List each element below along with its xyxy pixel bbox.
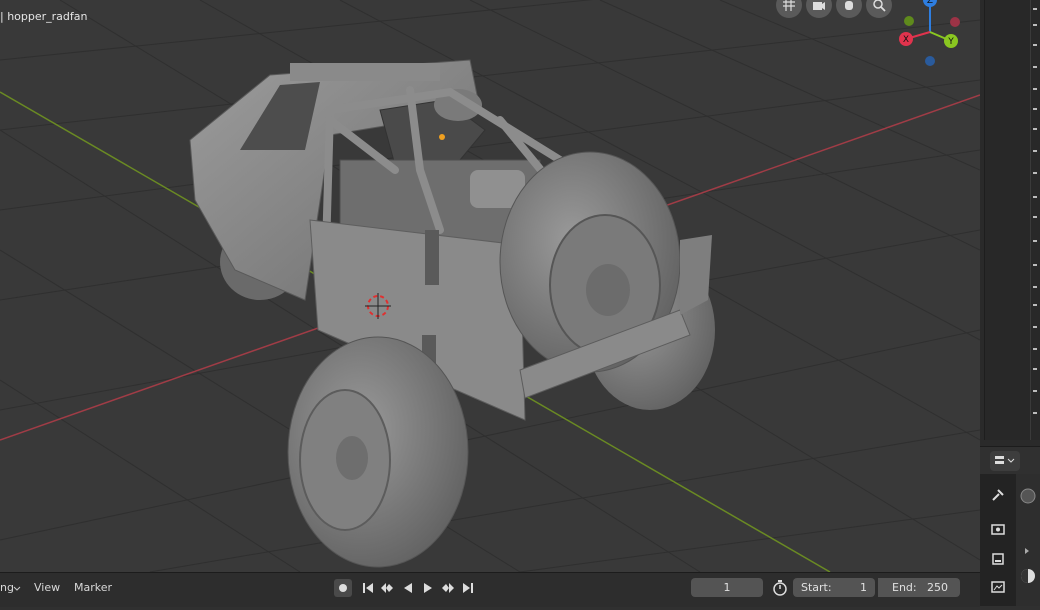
gizmo-x-label: X xyxy=(903,35,909,45)
play-reverse-icon xyxy=(404,583,412,593)
viewport-scene xyxy=(0,0,980,572)
tool-icon xyxy=(992,489,1004,501)
tab-output[interactable] xyxy=(986,548,1010,570)
output-icon xyxy=(992,553,1004,565)
gizmo-neg-y-axis[interactable] xyxy=(904,16,914,26)
gizmo-neg-x-axis[interactable] xyxy=(950,17,960,27)
frame-start-label: Start: xyxy=(801,581,832,594)
play-icon xyxy=(424,583,432,593)
navigation-gizmo[interactable]: Z X Y xyxy=(890,0,970,74)
playback-menu[interactable]: ng xyxy=(0,581,14,594)
play-button[interactable] xyxy=(419,579,437,597)
camera-icon xyxy=(813,2,825,10)
render-icon xyxy=(991,524,1005,535)
hand-icon xyxy=(845,1,853,10)
frame-end-field[interactable]: End: 250 xyxy=(878,578,960,597)
view-layer-icon xyxy=(991,581,1005,593)
outliner-row[interactable] xyxy=(1033,172,1037,174)
outliner-panel[interactable] xyxy=(984,0,1040,440)
outliner-row[interactable] xyxy=(1033,216,1037,218)
frame-start-field[interactable]: Start: 1 xyxy=(793,578,875,597)
outliner-row[interactable] xyxy=(1033,128,1037,130)
properties-tabs xyxy=(980,474,1016,606)
properties-editor-icon xyxy=(995,456,1004,464)
marker-menu[interactable]: Marker xyxy=(74,581,112,594)
editor-type-dropdown[interactable] xyxy=(990,451,1020,471)
keyframe-prev-icon xyxy=(381,583,393,593)
chevron-down-icon xyxy=(1007,458,1015,463)
jump-to-end-button[interactable] xyxy=(459,579,477,597)
auto-keying-button[interactable] xyxy=(334,579,352,597)
grid-icon xyxy=(783,0,795,11)
frame-end-value: 250 xyxy=(927,581,948,594)
stopwatch-icon[interactable] xyxy=(772,580,788,596)
right-panels xyxy=(980,0,1040,606)
outliner-row[interactable] xyxy=(1033,390,1037,392)
outliner-row[interactable] xyxy=(1033,412,1037,414)
properties-header xyxy=(980,446,1040,475)
outliner-row[interactable] xyxy=(1033,348,1037,350)
jump-to-keyframe-prev-button[interactable] xyxy=(378,579,396,597)
3d-viewport[interactable]: | hopper_radfan Z X Y xyxy=(0,0,980,572)
outliner-row[interactable] xyxy=(1033,108,1037,110)
gizmo-z-label: Z xyxy=(927,0,933,6)
gizmo-y-label: Y xyxy=(947,37,954,47)
view-menu[interactable]: View xyxy=(34,581,60,594)
outliner-row[interactable] xyxy=(1033,304,1037,306)
outliner-row[interactable] xyxy=(1033,88,1037,90)
frame-start-value: 1 xyxy=(860,581,867,594)
tab-tool[interactable] xyxy=(986,484,1010,506)
chevron-down-icon xyxy=(13,586,21,591)
outliner-row[interactable] xyxy=(1033,24,1037,26)
current-frame-field[interactable]: 1 xyxy=(691,578,763,597)
truck-model[interactable] xyxy=(189,59,715,568)
jump-start-icon xyxy=(363,583,373,593)
zoom-icon xyxy=(873,0,886,12)
gizmo-neg-z-axis[interactable] xyxy=(925,56,935,66)
outliner-row[interactable] xyxy=(1033,368,1037,370)
frame-end-label: End: xyxy=(892,581,917,594)
tab-render[interactable] xyxy=(986,518,1010,540)
properties-content xyxy=(1016,474,1040,606)
properties-partial-content xyxy=(1020,488,1036,583)
outliner-row[interactable] xyxy=(1033,264,1037,266)
active-object-name: | hopper_radfan xyxy=(0,10,88,23)
outliner-row[interactable] xyxy=(1033,196,1037,198)
record-icon xyxy=(339,584,347,592)
outliner-row[interactable] xyxy=(1033,8,1037,10)
outliner-row[interactable] xyxy=(1033,240,1037,242)
tab-view-layer[interactable] xyxy=(986,576,1010,598)
outliner-row[interactable] xyxy=(1033,150,1037,152)
timeline-header: ng View Marker 1 Start: 1 End: 250 xyxy=(0,572,980,607)
outliner-row[interactable] xyxy=(1033,326,1037,328)
jump-end-icon xyxy=(463,583,473,593)
outliner-row[interactable] xyxy=(1033,286,1037,288)
outliner-divider xyxy=(1030,0,1031,440)
jump-to-keyframe-next-button[interactable] xyxy=(439,579,457,597)
outliner-row[interactable] xyxy=(1033,66,1037,68)
outliner-row[interactable] xyxy=(1033,44,1037,46)
play-reverse-button[interactable] xyxy=(399,579,417,597)
keyframe-next-icon xyxy=(442,583,454,593)
jump-to-start-button[interactable] xyxy=(359,579,377,597)
